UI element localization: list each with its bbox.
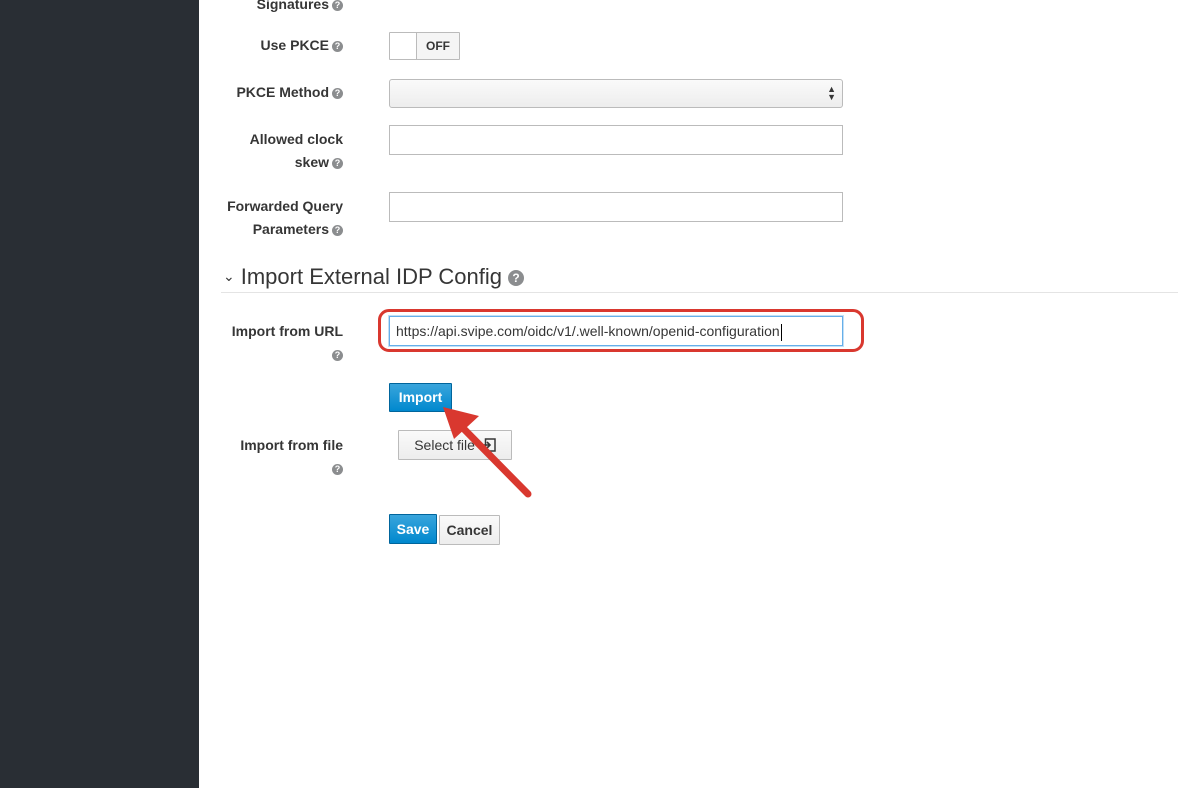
pkce-method-label: PKCE Method? — [236, 81, 343, 104]
help-circle-icon[interactable]: ? — [332, 349, 343, 361]
help-circle-icon[interactable]: ? — [332, 87, 343, 99]
help-circle-icon[interactable]: ? — [508, 270, 524, 286]
signatures-label: Signatures? — [257, 0, 343, 16]
section-title-text: Import External IDP Config — [240, 264, 502, 289]
section-divider — [221, 292, 1178, 293]
help-circle-icon[interactable]: ? — [332, 224, 343, 236]
use-pkce-label: Use PKCE? — [261, 34, 343, 57]
cancel-button[interactable]: Cancel — [439, 515, 500, 545]
main-content: Signatures? Use PKCE? OFF PKCE Method? ▲… — [199, 0, 1200, 788]
save-button[interactable]: Save — [389, 514, 437, 544]
use-pkce-toggle[interactable]: OFF — [389, 32, 460, 60]
annotation-arrow-icon — [443, 407, 532, 498]
chevron-down-icon[interactable]: ⌄ — [223, 262, 235, 290]
import-file-label: Import from file ? — [240, 437, 343, 475]
help-circle-icon[interactable]: ? — [332, 0, 343, 11]
toggle-state: OFF — [426, 39, 450, 53]
left-sidebar — [0, 0, 199, 788]
import-url-label: Import from URL ? — [231, 323, 343, 361]
forwarded-query-input[interactable] — [389, 192, 843, 222]
clock-skew-label: Allowed clock skew? — [249, 131, 343, 170]
import-button[interactable]: Import — [389, 383, 452, 412]
forwarded-query-label: Forwarded Query Parameters? — [227, 198, 343, 237]
toggle-knob — [390, 33, 417, 59]
pkce-method-select[interactable]: ▲ ▼ — [389, 79, 843, 108]
file-import-icon — [481, 438, 496, 452]
help-circle-icon[interactable]: ? — [332, 463, 343, 475]
help-circle-icon[interactable]: ? — [332, 157, 343, 169]
select-caret-icon: ▲ ▼ — [827, 84, 836, 102]
clock-skew-input[interactable] — [389, 125, 843, 155]
import-url-input[interactable]: https://api.svipe.com/oidc/v1/.well-know… — [389, 316, 843, 346]
import-section-header[interactable]: ⌄ Import External IDP Config? — [223, 262, 524, 291]
text-cursor — [780, 323, 782, 341]
help-circle-icon[interactable]: ? — [332, 40, 343, 52]
select-file-button[interactable]: Select file — [398, 430, 512, 460]
